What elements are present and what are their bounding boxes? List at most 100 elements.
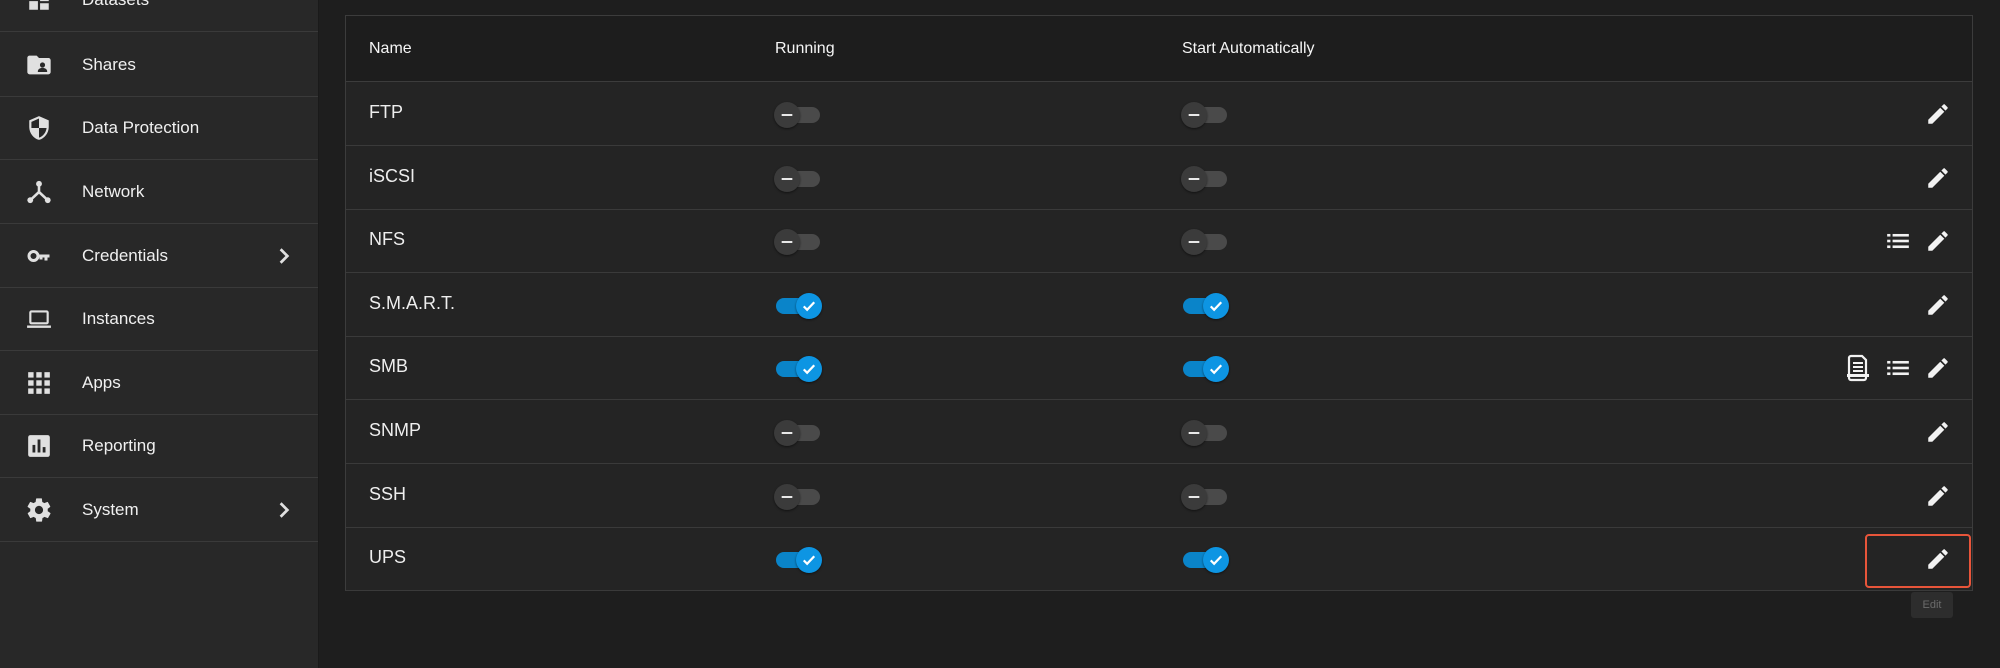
sidebar-item-shares[interactable]: Shares — [0, 34, 318, 97]
datasets-icon — [24, 0, 54, 15]
sidebar-item-label: Network — [82, 182, 145, 201]
edit-icon — [1925, 483, 1951, 509]
sidebar-item-network[interactable]: Network — [0, 161, 318, 224]
start-automatically-toggle[interactable] — [1181, 229, 1229, 256]
edit-button[interactable] — [1924, 418, 1952, 446]
running-toggle[interactable] — [774, 102, 822, 128]
edit-icon — [1925, 165, 1951, 191]
row-actions — [1884, 227, 1952, 255]
edit-button[interactable] — [1924, 354, 1952, 382]
sidebar-item-label: Instances — [82, 309, 155, 328]
chevron-right-icon — [274, 500, 294, 520]
service-name: S.M.A.R.T. — [369, 292, 456, 313]
edit-icon — [1925, 228, 1951, 254]
table-row: SSH — [346, 464, 1972, 528]
network-icon — [24, 177, 54, 207]
key-icon — [24, 241, 54, 271]
table-row: UPS — [346, 527, 1972, 592]
sidebar-item-label: Apps — [82, 373, 121, 392]
column-header-start-automatically[interactable]: Start Automatically — [1182, 40, 1315, 58]
edit-button-highlight — [1865, 534, 1971, 588]
service-name: SNMP — [369, 420, 422, 440]
audit-log-icon — [1846, 354, 1870, 382]
edit-button[interactable] — [1924, 164, 1952, 192]
running-toggle[interactable] — [774, 356, 822, 383]
running-toggle[interactable] — [774, 229, 822, 256]
check-icon — [796, 547, 822, 574]
running-toggle[interactable] — [774, 420, 822, 446]
service-name: SMB — [369, 356, 409, 377]
chevron-right-icon — [274, 246, 294, 266]
sidebar-item-label: Reporting — [82, 436, 156, 455]
service-name: UPS — [369, 547, 407, 568]
list-icon — [1885, 355, 1911, 381]
reporting-chart-icon — [24, 431, 54, 461]
check-icon — [796, 292, 822, 319]
apps-grid-icon — [24, 368, 54, 398]
table-header: Name Running Start Automatically — [346, 16, 1972, 82]
service-name: FTP — [369, 102, 403, 122]
edit-button[interactable] — [1924, 291, 1952, 319]
check-icon — [1203, 292, 1229, 319]
running-toggle[interactable] — [774, 165, 822, 192]
column-header-running[interactable]: Running — [775, 40, 835, 58]
edit-button[interactable] — [1924, 482, 1952, 510]
row-actions — [1924, 164, 1952, 192]
sidebar-item-label: Datasets — [82, 0, 149, 10]
table-row: S.M.A.R.T. — [346, 273, 1972, 337]
service-name: iSCSI — [369, 165, 416, 186]
edit-button[interactable] — [1924, 227, 1952, 255]
check-icon — [1203, 547, 1229, 574]
list-button[interactable] — [1884, 354, 1912, 382]
edit-button[interactable] — [1924, 100, 1952, 128]
dash-icon — [774, 102, 800, 128]
column-header-name[interactable]: Name — [369, 40, 412, 58]
table-row: SNMP — [346, 400, 1972, 464]
running-toggle[interactable] — [774, 292, 822, 319]
edit-icon — [1925, 355, 1951, 381]
start-automatically-toggle[interactable] — [1181, 356, 1229, 383]
sidebar-item-apps[interactable]: Apps — [0, 352, 318, 415]
row-actions — [1924, 291, 1952, 319]
sidebar-item-credentials[interactable]: Credentials — [0, 225, 318, 288]
list-button[interactable] — [1884, 227, 1912, 255]
check-icon — [796, 356, 822, 383]
sidebar-item-datasets[interactable]: Datasets — [0, 0, 318, 32]
edit-icon — [1925, 292, 1951, 318]
shield-icon — [24, 113, 54, 143]
table-row: iSCSI — [346, 146, 1972, 210]
dash-icon — [1181, 229, 1207, 256]
sidebar-item-system[interactable]: System — [0, 479, 318, 542]
start-automatically-toggle[interactable] — [1181, 292, 1229, 319]
row-actions — [1924, 418, 1952, 446]
dash-icon — [1181, 483, 1207, 510]
audit-log-button[interactable] — [1844, 354, 1872, 382]
table-row: FTP — [346, 82, 1972, 146]
list-icon — [1885, 228, 1911, 254]
row-actions — [1844, 354, 1952, 382]
dash-icon — [774, 483, 800, 510]
sidebar-item-instances[interactable]: Instances — [0, 288, 318, 351]
row-actions — [1924, 100, 1952, 128]
sidebar-item-data-protection[interactable]: Data Protection — [0, 97, 318, 160]
start-automatically-toggle[interactable] — [1181, 483, 1229, 510]
dash-icon — [1181, 165, 1207, 192]
edit-icon — [1925, 419, 1951, 445]
start-automatically-toggle[interactable] — [1181, 102, 1229, 128]
start-automatically-toggle[interactable] — [1181, 547, 1229, 574]
laptop-icon — [24, 304, 54, 334]
running-toggle[interactable] — [774, 483, 822, 510]
edit-icon — [1925, 101, 1951, 127]
table-row: NFS — [346, 209, 1972, 274]
sidebar-item-reporting[interactable]: Reporting — [0, 415, 318, 478]
table-row: SMB — [346, 336, 1972, 401]
dash-icon — [774, 229, 800, 256]
service-name: SSH — [369, 483, 407, 504]
row-actions — [1924, 482, 1952, 510]
start-automatically-toggle[interactable] — [1181, 420, 1229, 446]
running-toggle[interactable] — [774, 547, 822, 574]
shares-folder-icon — [24, 50, 54, 80]
start-automatically-toggle[interactable] — [1181, 165, 1229, 192]
sidebar-item-label: System — [82, 500, 139, 519]
check-icon — [1203, 356, 1229, 383]
